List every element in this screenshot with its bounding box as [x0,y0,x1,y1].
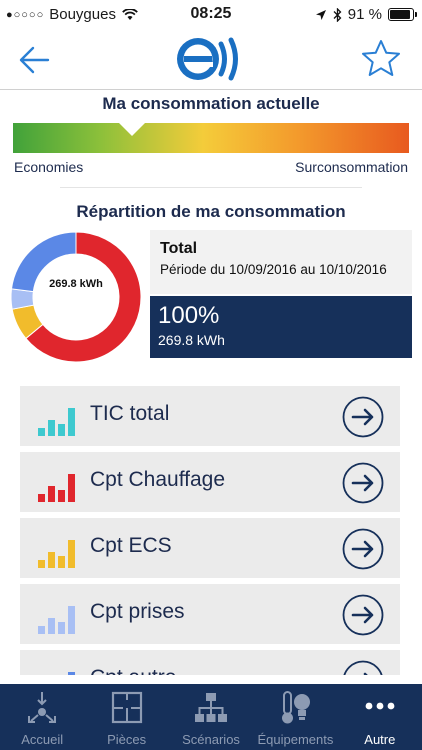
total-kwh: 269.8 kWh [158,332,225,348]
bluetooth-icon [333,7,342,22]
meter-label: Cpt autre [90,666,176,675]
enedis-logo [177,37,238,81]
tab-label: Pièces [107,732,147,747]
bars-chart-icon [68,672,75,675]
meter-list-item[interactable]: Cpt ECS [20,518,400,578]
more-dots-icon [365,702,395,710]
meter-list-item[interactable]: Cpt autre [20,650,400,675]
arrow-right-circle-icon[interactable] [342,462,384,504]
meter-list-item[interactable]: Cpt prises [20,584,400,644]
tab-label: Accueil [21,732,64,747]
floor-plan-icon [111,691,142,724]
nav-bar [0,30,422,90]
total-summary: 100% 269.8 kWh [150,296,412,358]
bars-chart-icon [38,606,75,634]
meter-label: TIC total [90,402,170,425]
tab-scenarios[interactable]: Scénarios [169,684,253,750]
battery-percent: 91 % [347,6,382,23]
section-divider [60,187,362,188]
bars-chart-icon [38,540,75,568]
repartition-title: Répartition de ma consommation [76,202,346,221]
tab-label: Équipements [257,732,334,747]
location-arrow-icon [315,9,326,20]
meter-list-item[interactable]: Cpt Chauffage [20,452,400,512]
bars-chart-icon [38,408,75,436]
consumption-indicator [118,123,145,136]
meter-label: Cpt ECS [90,534,172,557]
period-info-card: Total Période du 10/09/2016 au 10/10/201… [150,230,412,294]
battery-icon [388,8,417,21]
tab-accueil[interactable]: Accueil [0,684,84,750]
meter-label: Cpt prises [90,600,185,623]
status-right: 91 % [315,6,417,23]
bars-chart-icon [38,474,75,502]
arrow-right-circle-icon[interactable] [342,594,384,636]
meter-list[interactable]: TIC total Cpt Chauffage Cpt ECS Cpt prises C… [0,384,422,675]
battery-level [390,10,411,19]
scenario-tree-icon [195,693,228,722]
status-bar: ●○○○○ Bouygues 08:25 91 % [0,0,422,30]
meter-label: Cpt Chauffage [90,468,226,491]
donut-segment [10,288,35,310]
gauge-left-label: Economies [14,159,84,175]
tab-label: Scénarios [182,732,240,747]
tab-autre[interactable]: Autre [338,684,422,750]
info-title: Total [160,240,198,257]
tab-label: Autre [364,732,396,747]
home-network-icon [28,692,57,723]
meter-list-item[interactable]: TIC total [20,386,400,446]
donut-center-value: 269.8 kWh [49,278,103,290]
info-period: Période du 10/09/2016 au 10/10/2016 [160,262,387,277]
tab-equipements[interactable]: Équipements [253,684,337,750]
tab-pieces[interactable]: Pièces [84,684,168,750]
arrow-left-icon[interactable] [18,44,52,76]
star-outline-icon[interactable] [360,38,402,80]
gauge-right-label: Surconsommation [295,159,408,175]
arrow-right-circle-icon[interactable] [342,528,384,570]
tab-bar: Accueil Pièces Scénarios Équipements Aut… [0,684,422,750]
consumption-donut-chart [10,231,142,363]
consumption-gauge [13,123,409,153]
arrow-right-circle-icon[interactable] [342,396,384,438]
thermometer-bulb-icon [282,691,311,724]
consumption-title: Ma consommation actuelle [102,94,320,113]
arrow-right-circle-icon[interactable] [342,660,384,675]
total-percent: 100% [158,302,220,329]
